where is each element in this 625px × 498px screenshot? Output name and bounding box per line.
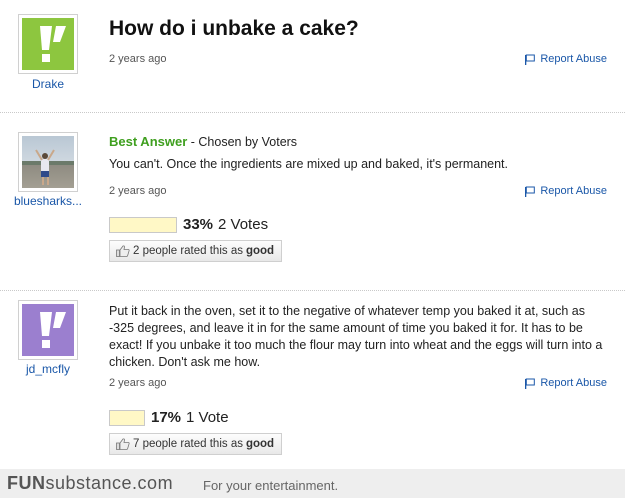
rating-button[interactable]: 7 people rated this as good <box>109 433 283 455</box>
vote-bar <box>109 409 145 426</box>
vote-percent: 17% <box>151 409 182 426</box>
site-footer: FUNsubstance.com For your entertainment. <box>0 469 625 498</box>
answer-user-avatar[interactable] <box>18 300 78 360</box>
flag-icon <box>525 378 536 389</box>
footer-tagline: For your entertainment. <box>203 478 339 493</box>
vote-summary: 17% 1 Vote <box>109 409 229 426</box>
logo-rest: substance.com <box>45 473 174 493</box>
answer-section: jd_mcfly Put it back in the oven, set it… <box>0 0 625 469</box>
answer-user-link[interactable]: jd_mcfly <box>0 362 96 376</box>
avatar-logo-icon <box>22 304 74 356</box>
report-abuse-link[interactable]: Report Abuse <box>524 377 607 389</box>
answer-time: 2 years ago <box>109 377 167 389</box>
vote-bar-fill <box>110 410 144 425</box>
thumbs-up-icon <box>116 438 130 450</box>
site-logo[interactable]: FUNsubstance.com <box>7 473 173 494</box>
report-abuse-label: Report Abuse <box>540 377 607 389</box>
rating-prefix: 7 people rated this as <box>133 438 243 450</box>
logo-fun: FUN <box>7 473 46 493</box>
vote-count: 1 Vote <box>186 409 229 426</box>
answer-text: Put it back in the oven, set it to the n… <box>109 304 603 369</box>
rating-word: good <box>245 438 275 450</box>
